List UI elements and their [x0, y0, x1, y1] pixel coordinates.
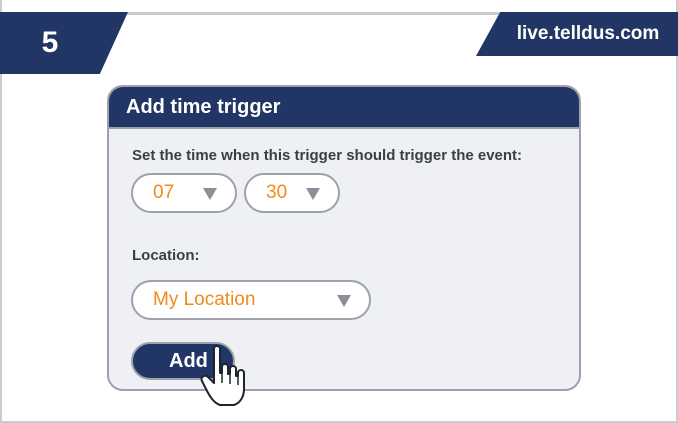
caret-down-icon [203, 188, 217, 200]
add-time-trigger-dialog: Add time trigger Set the time when this … [107, 85, 581, 391]
hour-value: 07 [153, 182, 175, 203]
dialog-title: Add time trigger [109, 87, 579, 129]
caret-down-icon [337, 295, 351, 307]
location-label: Location: [132, 247, 200, 264]
hand-pointer-icon [200, 345, 245, 406]
location-select[interactable]: My Location [131, 280, 371, 320]
step-number: 5 [41, 26, 59, 59]
caret-down-icon [306, 188, 320, 200]
hour-select[interactable]: 07 [131, 173, 237, 213]
site-url: live.telldus.com [516, 23, 660, 44]
location-value: My Location [153, 289, 256, 310]
minute-select[interactable]: 30 [244, 173, 340, 213]
minute-value: 30 [266, 182, 288, 203]
time-prompt: Set the time when this trigger should tr… [132, 147, 523, 164]
